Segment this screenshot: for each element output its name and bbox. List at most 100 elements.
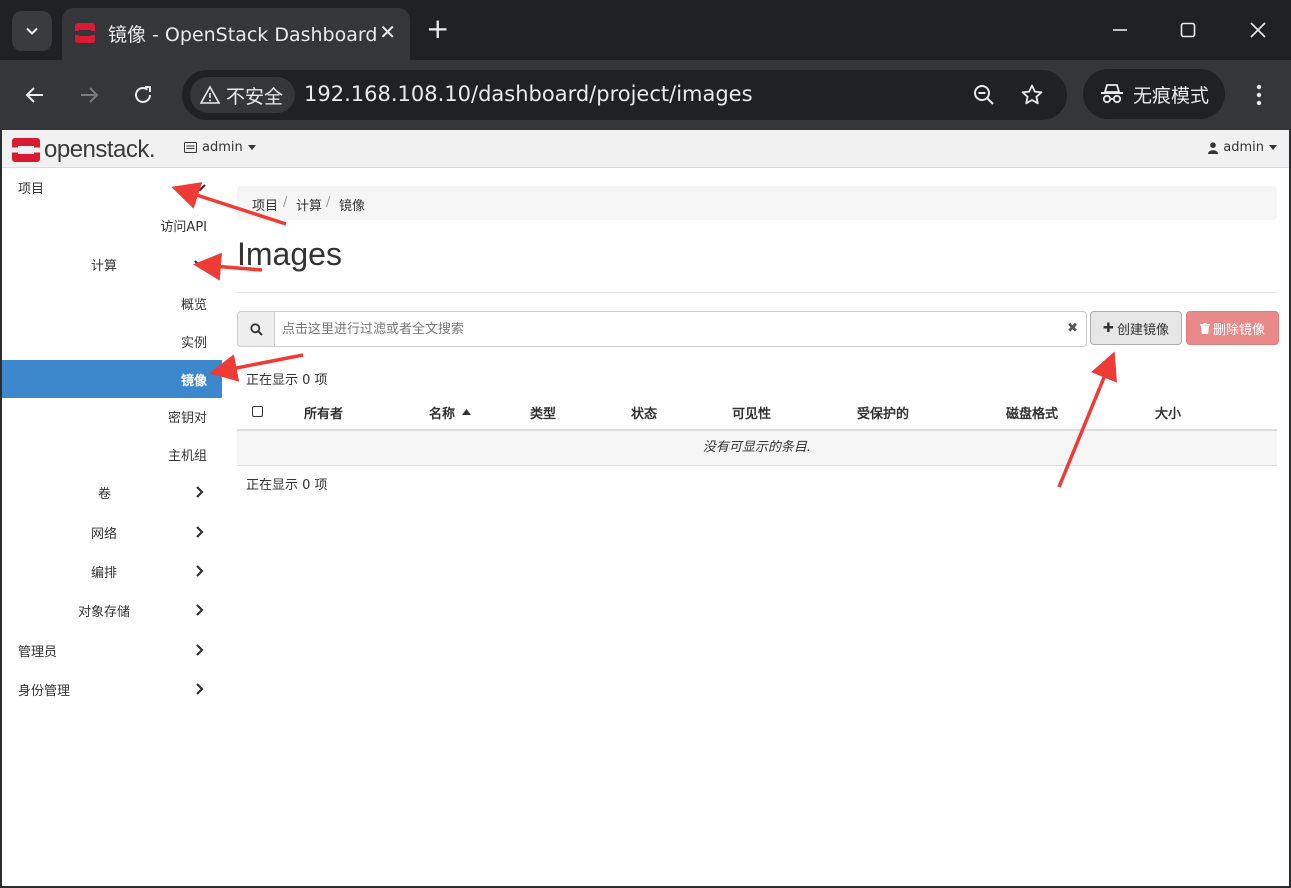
chevron-right-icon: [196, 565, 204, 577]
sidebar: 项目 访问API 计算 概览 实例 镜像 密钥对 主机组 卷 网络 编排 对象存…: [2, 168, 222, 886]
reload-button[interactable]: [126, 78, 160, 112]
sidebar-item-network[interactable]: 网络: [2, 513, 222, 551]
browser-tab-active[interactable]: 镜像 - OpenStack Dashboard ✕: [62, 8, 410, 60]
user-menu-label: admin: [1223, 140, 1264, 155]
sidebar-item-label: 对象存储: [78, 605, 131, 620]
maximize-button[interactable]: [1168, 14, 1208, 46]
sidebar-item-label: 项目: [18, 182, 45, 197]
sidebar-item-label: 卷: [98, 487, 112, 502]
column-header-status[interactable]: 状态: [631, 403, 657, 422]
title-divider: [237, 292, 1277, 293]
sidebar-item-label: 密钥对: [167, 411, 207, 426]
back-button[interactable]: [18, 78, 52, 112]
bookmark-button[interactable]: [1018, 81, 1046, 109]
security-chip[interactable]: 不安全: [190, 77, 296, 113]
breadcrumb-item-compute[interactable]: 计算: [296, 195, 322, 214]
sidebar-item-identity[interactable]: 身份管理: [2, 670, 222, 708]
sidebar-item-object-store[interactable]: 对象存储: [2, 591, 222, 629]
sidebar-item-label: 网络: [91, 527, 118, 542]
delete-images-label: 删除镜像: [1212, 322, 1265, 338]
sidebar-item-label: 管理员: [18, 645, 58, 660]
star-icon: [1021, 84, 1043, 105]
tab-search-button[interactable]: [12, 11, 52, 51]
caret-down-icon: [247, 145, 256, 150]
column-header-name[interactable]: 名称: [429, 403, 471, 422]
top-navbar: openstack. admin admin: [2, 130, 1289, 168]
minimize-icon: [1113, 29, 1127, 31]
url-text[interactable]: 192.168.108.10/dashboard/project/images: [304, 82, 753, 106]
security-label: 不安全: [226, 85, 284, 108]
column-header-owner[interactable]: 所有者: [304, 403, 343, 422]
select-all-checkbox[interactable]: [252, 406, 263, 417]
incognito-indicator[interactable]: 无痕模式: [1083, 69, 1225, 119]
chevron-right-icon: [196, 683, 204, 695]
more-vertical-icon: [1256, 84, 1262, 106]
chevron-down-icon: [26, 27, 38, 35]
search-icon: [249, 322, 263, 336]
sidebar-item-label: 镜像: [180, 374, 207, 389]
browser-menu-button[interactable]: [1246, 78, 1272, 112]
create-image-button[interactable]: ✚ 创建镜像: [1090, 311, 1182, 345]
user-menu[interactable]: admin: [1208, 140, 1277, 155]
sidebar-item-label: 编排: [91, 566, 118, 581]
caret-down-icon: [1269, 145, 1277, 150]
tab-title: 镜像 - OpenStack Dashboard: [108, 24, 378, 46]
column-header-visibility[interactable]: 可见性: [732, 403, 771, 422]
item-count-top: 正在显示 0 项: [246, 373, 328, 388]
breadcrumb-item-images: 镜像: [339, 199, 366, 214]
table-header: 所有者 名称 类型 状态 可见性 受保护的 磁盘格式 大小: [237, 393, 1277, 431]
column-header-protected[interactable]: 受保护的: [857, 403, 909, 422]
page-title: Images: [237, 236, 342, 272]
sidebar-item-server-groups[interactable]: 主机组: [2, 435, 222, 473]
sidebar-item-label: 实例: [180, 336, 207, 351]
close-icon: [1250, 22, 1266, 38]
column-header-type[interactable]: 类型: [530, 403, 556, 422]
warning-icon: [200, 85, 220, 104]
breadcrumb-item-project[interactable]: 项目: [252, 195, 278, 214]
delete-images-button[interactable]: 删除镜像: [1186, 311, 1279, 345]
sidebar-item-images[interactable]: 镜像: [2, 360, 222, 398]
sidebar-item-key-pairs[interactable]: 密钥对: [2, 397, 222, 435]
sidebar-item-label: 概览: [180, 298, 207, 313]
project-menu[interactable]: admin: [184, 140, 256, 155]
sidebar-item-volumes[interactable]: 卷: [2, 473, 222, 511]
plus-icon: ✚: [1103, 320, 1114, 336]
breadcrumb-separator: /: [326, 195, 331, 210]
sidebar-item-project[interactable]: 项目: [2, 168, 222, 206]
create-image-label: 创建镜像: [1116, 322, 1169, 338]
sidebar-item-instances[interactable]: 实例: [2, 322, 222, 360]
close-window-button[interactable]: [1238, 14, 1278, 46]
sidebar-item-label: 主机组: [167, 449, 207, 464]
minimize-button[interactable]: [1100, 14, 1140, 46]
sidebar-item-compute[interactable]: 计算: [2, 245, 222, 283]
sidebar-item-admin[interactable]: 管理员: [2, 631, 222, 669]
clear-filter-icon[interactable]: ✖: [1067, 321, 1078, 336]
browser-toolbar: 不安全 192.168.108.10/dashboard/project/ima…: [0, 60, 1291, 130]
item-count-bottom: 正在显示 0 项: [246, 478, 328, 493]
forward-button[interactable]: [72, 78, 106, 112]
chevron-right-icon: [196, 644, 204, 656]
sidebar-item-overview[interactable]: 概览: [2, 284, 222, 322]
search-input[interactable]: [278, 312, 1066, 346]
breadcrumb-separator: /: [283, 195, 288, 210]
openstack-logo-icon: [12, 138, 40, 162]
sidebar-item-api-access[interactable]: 访问API: [2, 206, 222, 244]
address-bar[interactable]: 不安全 192.168.108.10/dashboard/project/ima…: [182, 70, 1067, 120]
reload-icon: [135, 86, 151, 103]
column-header-name-label: 名称: [429, 407, 456, 422]
sidebar-item-orchestration[interactable]: 编排: [2, 552, 222, 590]
chevron-down-icon: [194, 260, 206, 268]
user-icon: [1208, 141, 1219, 154]
chevron-down-icon: [194, 184, 206, 192]
column-header-size[interactable]: 大小: [1155, 403, 1181, 422]
tab-close-icon[interactable]: ✕: [379, 20, 396, 44]
zoom-button[interactable]: [970, 81, 998, 109]
empty-table-message: 没有可显示的条目.: [237, 431, 1277, 466]
new-tab-button[interactable]: +: [426, 14, 449, 44]
openstack-logo[interactable]: openstack.: [12, 136, 156, 164]
search-button[interactable]: [238, 312, 275, 346]
web-page: openstack. admin admin 项目 访问API 计算 概览 实例…: [2, 130, 1289, 886]
column-header-disk-format[interactable]: 磁盘格式: [1006, 403, 1058, 422]
sidebar-item-label: 访问API: [160, 220, 207, 235]
chevron-right-icon: [196, 486, 204, 498]
